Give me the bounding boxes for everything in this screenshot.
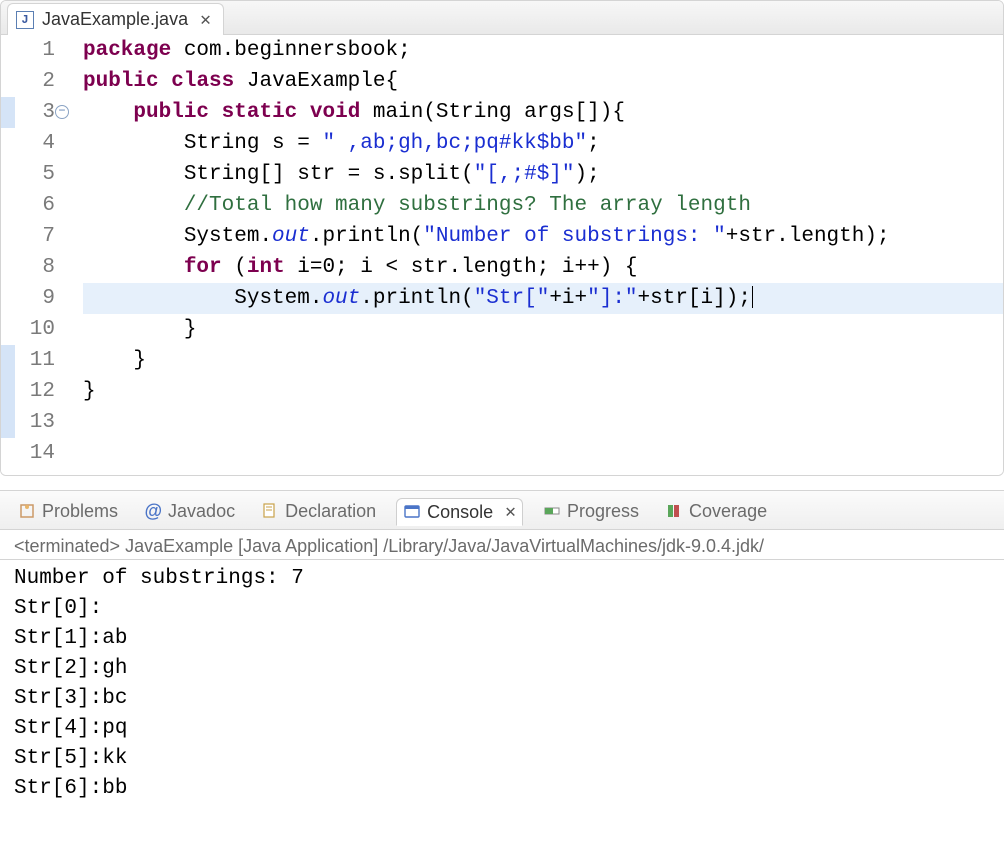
line-number: 1	[15, 35, 55, 66]
code-editor[interactable]: 123−4567891011121314 package com.beginne…	[1, 35, 1003, 475]
javadoc-icon: @	[144, 502, 162, 520]
java-file-icon: J	[16, 11, 34, 29]
line-number: 11	[15, 345, 55, 376]
progress-icon	[543, 502, 561, 520]
close-icon[interactable]: ✕	[196, 9, 211, 31]
line-number: 6	[15, 190, 55, 221]
code-line[interactable]: //Total how many substrings? The array l…	[83, 190, 1003, 221]
line-number: 5	[15, 159, 55, 190]
line-number: 7	[15, 221, 55, 252]
code-column[interactable]: package com.beginnersbook;public class J…	[79, 35, 1003, 469]
code-line[interactable]: System.out.println("Str["+i+"]:"+str[i])…	[83, 283, 1003, 314]
tab-declaration[interactable]: Declaration	[255, 499, 382, 524]
marker-gutter	[1, 35, 15, 469]
tab-problems[interactable]: Problems	[12, 499, 124, 524]
line-number-gutter: 123−4567891011121314	[15, 35, 61, 469]
tab-label: Progress	[567, 501, 639, 522]
tab-javadoc[interactable]: @ Javadoc	[138, 499, 241, 524]
declaration-icon	[261, 502, 279, 520]
editor-tab-title: JavaExample.java	[42, 9, 188, 30]
line-number: 14	[15, 438, 55, 469]
line-number: 3−	[15, 97, 55, 128]
fold-gutter	[61, 35, 79, 469]
tab-progress[interactable]: Progress	[537, 499, 645, 524]
tab-label: Problems	[42, 501, 118, 522]
code-line[interactable]: String s = " ,ab;gh,bc;pq#kk$bb";	[83, 128, 1003, 159]
close-icon[interactable]: ✕	[499, 501, 516, 523]
bottom-panel: Problems @ Javadoc Declaration Console ✕…	[0, 490, 1004, 818]
code-line[interactable]: System.out.println("Number of substrings…	[83, 221, 1003, 252]
code-line[interactable]: }	[83, 345, 1003, 376]
tab-label: Coverage	[689, 501, 767, 522]
line-number: 10	[15, 314, 55, 345]
code-line[interactable]: }	[83, 314, 1003, 345]
code-line[interactable]: String[] str = s.split("[,;#$]");	[83, 159, 1003, 190]
tab-label: Javadoc	[168, 501, 235, 522]
tab-label: Declaration	[285, 501, 376, 522]
editor-pane: J JavaExample.java ✕ 123−456789101112131…	[0, 0, 1004, 476]
editor-tab-java-example[interactable]: J JavaExample.java ✕	[7, 3, 224, 35]
tab-coverage[interactable]: Coverage	[659, 499, 773, 524]
line-number: 2	[15, 66, 55, 97]
code-line[interactable]: for (int i=0; i < str.length; i++) {	[83, 252, 1003, 283]
code-line[interactable]: public class JavaExample{	[83, 66, 1003, 97]
tab-console[interactable]: Console ✕	[396, 498, 523, 526]
text-cursor	[752, 286, 753, 308]
code-line[interactable]: }	[83, 376, 1003, 407]
line-number: 9	[15, 283, 55, 314]
console-status: <terminated> JavaExample [Java Applicati…	[0, 530, 1004, 560]
code-line[interactable]: public static void main(String args[]){	[83, 97, 1003, 128]
fold-toggle-icon[interactable]: −	[55, 105, 69, 119]
line-number: 8	[15, 252, 55, 283]
line-number: 13	[15, 407, 55, 438]
editor-tabbar: J JavaExample.java ✕	[1, 1, 1003, 35]
console-icon	[403, 503, 421, 521]
console-output[interactable]: Number of substrings: 7 Str[0]: Str[1]:a…	[0, 560, 1004, 818]
problems-icon	[18, 502, 36, 520]
code-line[interactable]: package com.beginnersbook;	[83, 35, 1003, 66]
bottom-tabbar: Problems @ Javadoc Declaration Console ✕…	[0, 491, 1004, 530]
coverage-icon	[665, 502, 683, 520]
tab-label: Console	[427, 502, 493, 523]
line-number: 12	[15, 376, 55, 407]
line-number: 4	[15, 128, 55, 159]
